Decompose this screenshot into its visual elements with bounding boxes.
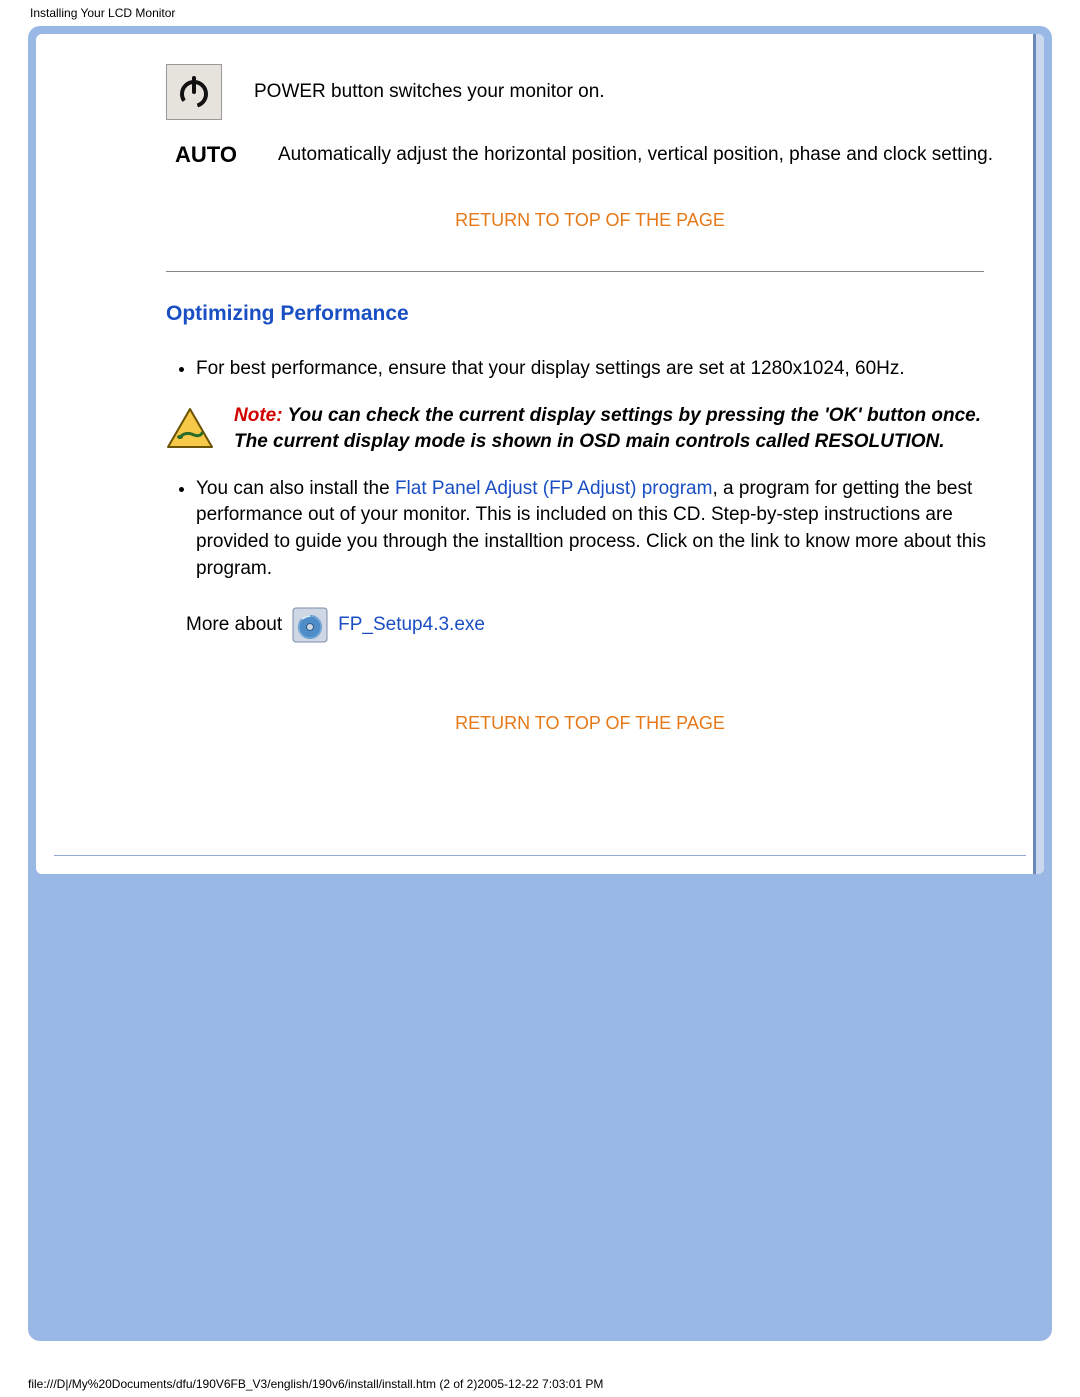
return-to-top-link[interactable]: RETURN TO TOP OF THE PAGE: [166, 210, 1014, 231]
auto-description: Automatically adjust the horizontal posi…: [278, 142, 993, 169]
note-body: You can check the current display settin…: [234, 405, 981, 453]
footer-path: file:///D|/My%20Documents/dfu/190V6FB_V3…: [28, 1377, 603, 1391]
warning-icon: [166, 407, 214, 451]
divider: [166, 271, 984, 272]
power-description: POWER button switches your monitor on.: [254, 79, 605, 106]
page-frame: POWER button switches your monitor on. A…: [28, 26, 1052, 1341]
auto-icon: AUTO: [166, 140, 246, 170]
power-button-row: POWER button switches your monitor on.: [166, 64, 1014, 120]
auto-button-row: AUTO Automatically adjust the horizontal…: [166, 140, 1014, 170]
fp-adjust-link[interactable]: Flat Panel Adjust (FP Adjust) program: [395, 478, 713, 499]
note-text: Note: You can check the current display …: [234, 403, 1014, 456]
document-title: Installing Your LCD Monitor: [0, 0, 1080, 26]
list-item: For best performance, ensure that your d…: [196, 356, 1014, 383]
more-about-row: More about FP_Setup4.3.exe: [186, 607, 1014, 643]
content-list-2: You can also install the Flat Panel Adju…: [196, 476, 1014, 582]
cd-icon: [292, 607, 328, 643]
bottom-divider: [54, 855, 1026, 856]
more-about-label: More about: [186, 614, 282, 636]
note-block: Note: You can check the current display …: [166, 403, 1014, 456]
return-to-top-link[interactable]: RETURN TO TOP OF THE PAGE: [166, 713, 1014, 734]
content-panel: POWER button switches your monitor on. A…: [36, 34, 1044, 874]
list-item: You can also install the Flat Panel Adju…: [196, 476, 1014, 582]
inner-content: POWER button switches your monitor on. A…: [36, 34, 1044, 874]
power-icon: [166, 64, 222, 120]
note-prefix: Note:: [234, 405, 283, 426]
section-optimizing-title: Optimizing Performance: [166, 302, 1014, 326]
content-list: For best performance, ensure that your d…: [196, 356, 1014, 383]
bullet2-before: You can also install the: [196, 478, 395, 499]
fp-setup-link[interactable]: FP_Setup4.3.exe: [338, 614, 485, 636]
